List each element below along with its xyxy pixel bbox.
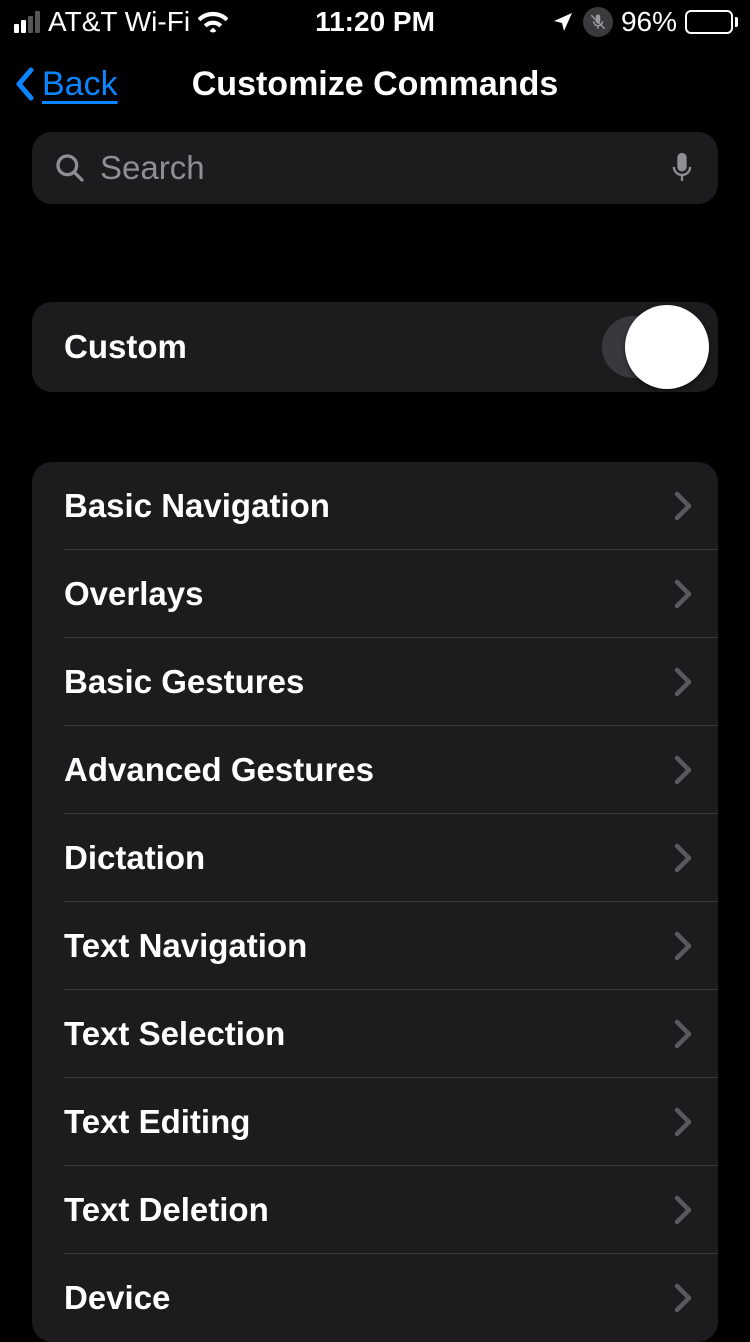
clock-time: 11:20 PM [315, 6, 435, 38]
row-label: Overlays [64, 575, 203, 613]
row-label: Text Deletion [64, 1191, 269, 1229]
battery-percent: 96% [621, 6, 677, 38]
row-label: Text Navigation [64, 927, 307, 965]
chevron-right-icon [674, 755, 692, 785]
microphone-icon[interactable] [668, 150, 696, 186]
category-basic-gestures[interactable]: Basic Gestures [32, 638, 718, 726]
category-advanced-gestures[interactable]: Advanced Gestures [32, 726, 718, 814]
location-icon [551, 10, 575, 34]
chevron-right-icon [674, 579, 692, 609]
categories-section: Basic Navigation Overlays Basic Gestures… [32, 462, 718, 1342]
microphone-muted-icon [583, 7, 613, 37]
row-label: Basic Gestures [64, 663, 304, 701]
row-label: Text Selection [64, 1015, 285, 1053]
custom-toggle[interactable] [602, 316, 702, 378]
custom-section: Custom [32, 302, 718, 392]
wifi-icon [198, 11, 228, 33]
custom-label: Custom [64, 328, 187, 366]
chevron-right-icon [674, 1283, 692, 1313]
chevron-right-icon [674, 1107, 692, 1137]
chevron-right-icon [674, 1019, 692, 1049]
back-label: Back [42, 65, 118, 104]
chevron-left-icon [12, 64, 38, 104]
chevron-right-icon [674, 931, 692, 961]
back-button[interactable]: Back [12, 64, 118, 104]
carrier-label: AT&T Wi-Fi [48, 6, 190, 38]
status-bar: AT&T Wi-Fi 11:20 PM 96% [0, 0, 750, 44]
category-text-editing[interactable]: Text Editing [32, 1078, 718, 1166]
page-title: Customize Commands [192, 65, 559, 104]
category-device[interactable]: Device [32, 1254, 718, 1342]
category-basic-navigation[interactable]: Basic Navigation [32, 462, 718, 550]
category-text-deletion[interactable]: Text Deletion [32, 1166, 718, 1254]
chevron-right-icon [674, 667, 692, 697]
row-label: Advanced Gestures [64, 751, 374, 789]
row-label: Dictation [64, 839, 205, 877]
battery-icon [685, 10, 738, 34]
search-bar[interactable] [32, 132, 718, 204]
custom-toggle-row[interactable]: Custom [32, 302, 718, 392]
category-text-navigation[interactable]: Text Navigation [32, 902, 718, 990]
chevron-right-icon [674, 843, 692, 873]
chevron-right-icon [674, 491, 692, 521]
status-right: 96% [551, 6, 738, 38]
cellular-signal-icon [14, 11, 40, 33]
category-text-selection[interactable]: Text Selection [32, 990, 718, 1078]
status-left: AT&T Wi-Fi [14, 6, 228, 38]
row-label: Basic Navigation [64, 487, 330, 525]
row-label: Device [64, 1279, 170, 1317]
chevron-right-icon [674, 1195, 692, 1225]
row-label: Text Editing [64, 1103, 250, 1141]
search-icon [54, 152, 86, 184]
search-input[interactable] [100, 149, 654, 187]
nav-header: Back Customize Commands [0, 44, 750, 124]
toggle-knob [625, 305, 709, 389]
category-dictation[interactable]: Dictation [32, 814, 718, 902]
category-overlays[interactable]: Overlays [32, 550, 718, 638]
